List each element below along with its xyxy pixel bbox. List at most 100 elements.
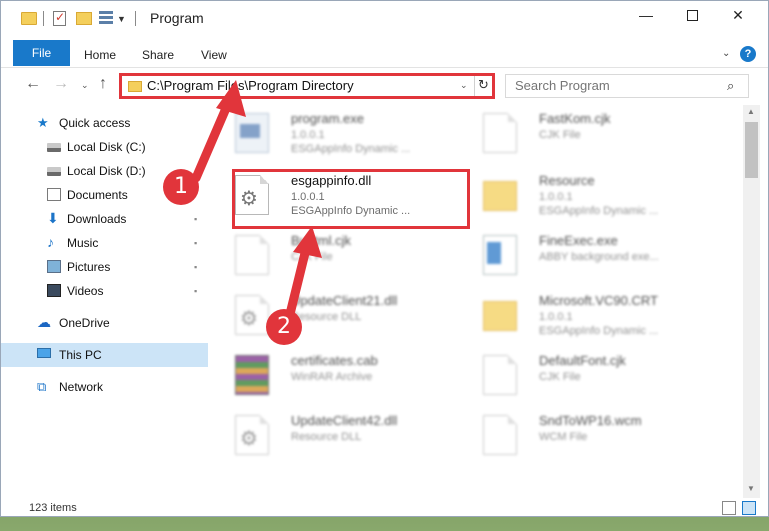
sidebar-item-videos[interactable]: Videos ▪ (1, 279, 208, 303)
sidebar-item-label: Network (59, 380, 104, 394)
sidebar-item-quick-access[interactable]: ★ Quick access (1, 111, 208, 135)
sidebar-item-onedrive[interactable]: ☁ OneDrive (1, 311, 208, 335)
sidebar-item-music[interactable]: ♪ Music ▪ (1, 231, 208, 255)
sidebar-item-this-pc[interactable]: This PC (1, 343, 208, 367)
file-name: UpdateClient42.dll (291, 413, 398, 428)
file-name: Buhtml.cjk (291, 233, 351, 248)
folder-item[interactable]: Microsoft.VC90.CRT 1.0.0.1 ESGAppInfo Dy… (467, 287, 715, 345)
sidebar-item-label: Pictures (67, 260, 111, 274)
divider (43, 11, 44, 26)
search-input[interactable] (515, 78, 715, 93)
scroll-up-icon[interactable]: ▲ (747, 107, 755, 116)
file-explorer-window: ▼ Program — ✕ File Home Share View ⌄ ? ←… (0, 0, 769, 517)
title-bar: ▼ Program — ✕ (1, 1, 768, 35)
file-item[interactable]: UpdateClient42.dll Resource DLL (219, 407, 467, 465)
recent-locations-chevron-icon[interactable]: ⌄ (81, 80, 89, 91)
drive-icon (47, 167, 61, 176)
file-type: ABBY background exe... (539, 251, 659, 263)
folder-icon (483, 181, 517, 211)
file-name: FineExec.exe (539, 233, 618, 248)
file-name: UpdateClient21.dll (291, 293, 398, 308)
file-item[interactable]: certificates.cab WinRAR Archive (219, 347, 467, 405)
search-box[interactable]: ⌕ (505, 74, 749, 98)
file-type: WCM File (539, 431, 588, 443)
address-path[interactable]: C:\Program Files\Program Directory (147, 78, 354, 93)
file-list: program.exe 1.0.0.1 ESGAppInfo Dynamic .… (219, 105, 743, 499)
search-icon[interactable]: ⌕ (727, 78, 734, 94)
tab-view[interactable]: View (201, 42, 227, 68)
pin-icon[interactable]: ▪ (194, 279, 197, 303)
folder-icon[interactable] (21, 12, 37, 25)
window-title: Program (150, 10, 204, 26)
file-description: ESGAppInfo Dynamic ... (539, 325, 659, 337)
vertical-scrollbar[interactable]: ▲ ▼ (743, 105, 760, 498)
close-button[interactable]: ✕ (715, 1, 761, 31)
help-icon[interactable]: ? (740, 46, 756, 62)
file-name: DefaultFont.cjk (539, 353, 626, 368)
sidebar-item-network[interactable]: ⧉ Network (1, 375, 208, 399)
highlight-box (232, 169, 470, 229)
maximize-icon (686, 10, 698, 21)
cloud-icon: ☁ (37, 314, 51, 330)
tiles-view-icon[interactable] (742, 501, 756, 515)
document-icon (235, 235, 269, 275)
document-icon (483, 113, 517, 153)
address-bar[interactable]: C:\Program Files\Program Directory ⌄ ↻ (119, 73, 495, 99)
sidebar-item-label: Quick access (59, 116, 131, 130)
item-count: 123 items (29, 502, 77, 514)
sidebar-item-label: Videos (67, 284, 104, 298)
folder-item[interactable]: Resource 1.0.0.1 ESGAppInfo Dynamic ... (467, 167, 715, 225)
minimize-button[interactable]: — (623, 1, 669, 31)
file-name: certificates.cab (291, 353, 378, 368)
pin-icon[interactable]: ▪ (194, 207, 197, 231)
pin-icon[interactable]: ▪ (194, 231, 197, 255)
file-item[interactable]: DefaultFont.cjk CJK File (467, 347, 715, 405)
details-view-icon[interactable] (722, 501, 736, 515)
tab-home[interactable]: Home (84, 42, 116, 68)
expand-ribbon-chevron-icon[interactable]: ⌄ (722, 48, 730, 59)
scroll-down-icon[interactable]: ▼ (747, 484, 755, 493)
exe-icon (235, 113, 269, 153)
pin-icon[interactable]: ▪ (194, 255, 197, 279)
forward-arrow-icon[interactable]: → (53, 75, 69, 93)
properties-icon[interactable] (53, 10, 66, 26)
file-name: Microsoft.VC90.CRT (539, 293, 658, 308)
network-icon: ⧉ (37, 379, 47, 394)
sidebar-item-label: Downloads (67, 212, 127, 226)
sidebar-item-pictures[interactable]: Pictures ▪ (1, 255, 208, 279)
downloads-icon: ⬇ (47, 210, 59, 226)
maximize-button[interactable] (669, 1, 715, 31)
address-dropdown-chevron-icon[interactable]: ⌄ (460, 80, 468, 91)
refresh-icon[interactable]: ↻ (478, 77, 489, 93)
view-options-icon[interactable] (99, 11, 113, 25)
file-item[interactable]: SndToWP16.wcm WCM File (467, 407, 715, 465)
sidebar-item-downloads[interactable]: ⬇ Downloads ▪ (1, 207, 208, 231)
file-item[interactable]: FastKom.cjk CJK File (467, 105, 715, 163)
document-icon (483, 355, 517, 395)
customize-toolbar-chevron-icon[interactable]: ▼ (117, 14, 126, 32)
file-item[interactable]: Buhtml.cjk CJK File (219, 227, 467, 285)
gear-document-icon (235, 415, 269, 455)
file-name: FastKom.cjk (539, 111, 611, 126)
status-bar: 123 items (1, 498, 768, 516)
archive-icon (235, 355, 269, 395)
sidebar-item-label: Local Disk (D:) (67, 164, 146, 178)
back-arrow-icon[interactable]: ← (25, 75, 41, 93)
new-folder-icon[interactable] (76, 12, 92, 25)
file-item[interactable]: UpdateClient21.dll Resource DLL (219, 287, 467, 345)
up-arrow-icon[interactable]: ↑ (99, 75, 107, 93)
gear-document-icon (235, 295, 269, 335)
file-description: ESGAppInfo Dynamic ... (291, 143, 411, 155)
sidebar-item-label: This PC (59, 348, 102, 362)
tab-share[interactable]: Share (142, 42, 174, 68)
file-item[interactable]: FineExec.exe ABBY background exe... (467, 227, 715, 285)
tab-file[interactable]: File (13, 40, 70, 66)
folder-icon (483, 301, 517, 331)
file-item[interactable]: program.exe 1.0.0.1 ESGAppInfo Dynamic .… (219, 105, 467, 163)
ribbon: File Home Share View ⌄ ? (1, 40, 768, 68)
file-type: Resource DLL (291, 311, 362, 323)
scrollbar-thumb[interactable] (745, 122, 758, 178)
navigation-bar: ← → ⌄ ↑ C:\Program Files\Program Directo… (1, 72, 768, 100)
sidebar-item-local-disk-c[interactable]: Local Disk (C:) (1, 135, 208, 159)
step-badge-1: 1 (163, 169, 199, 205)
